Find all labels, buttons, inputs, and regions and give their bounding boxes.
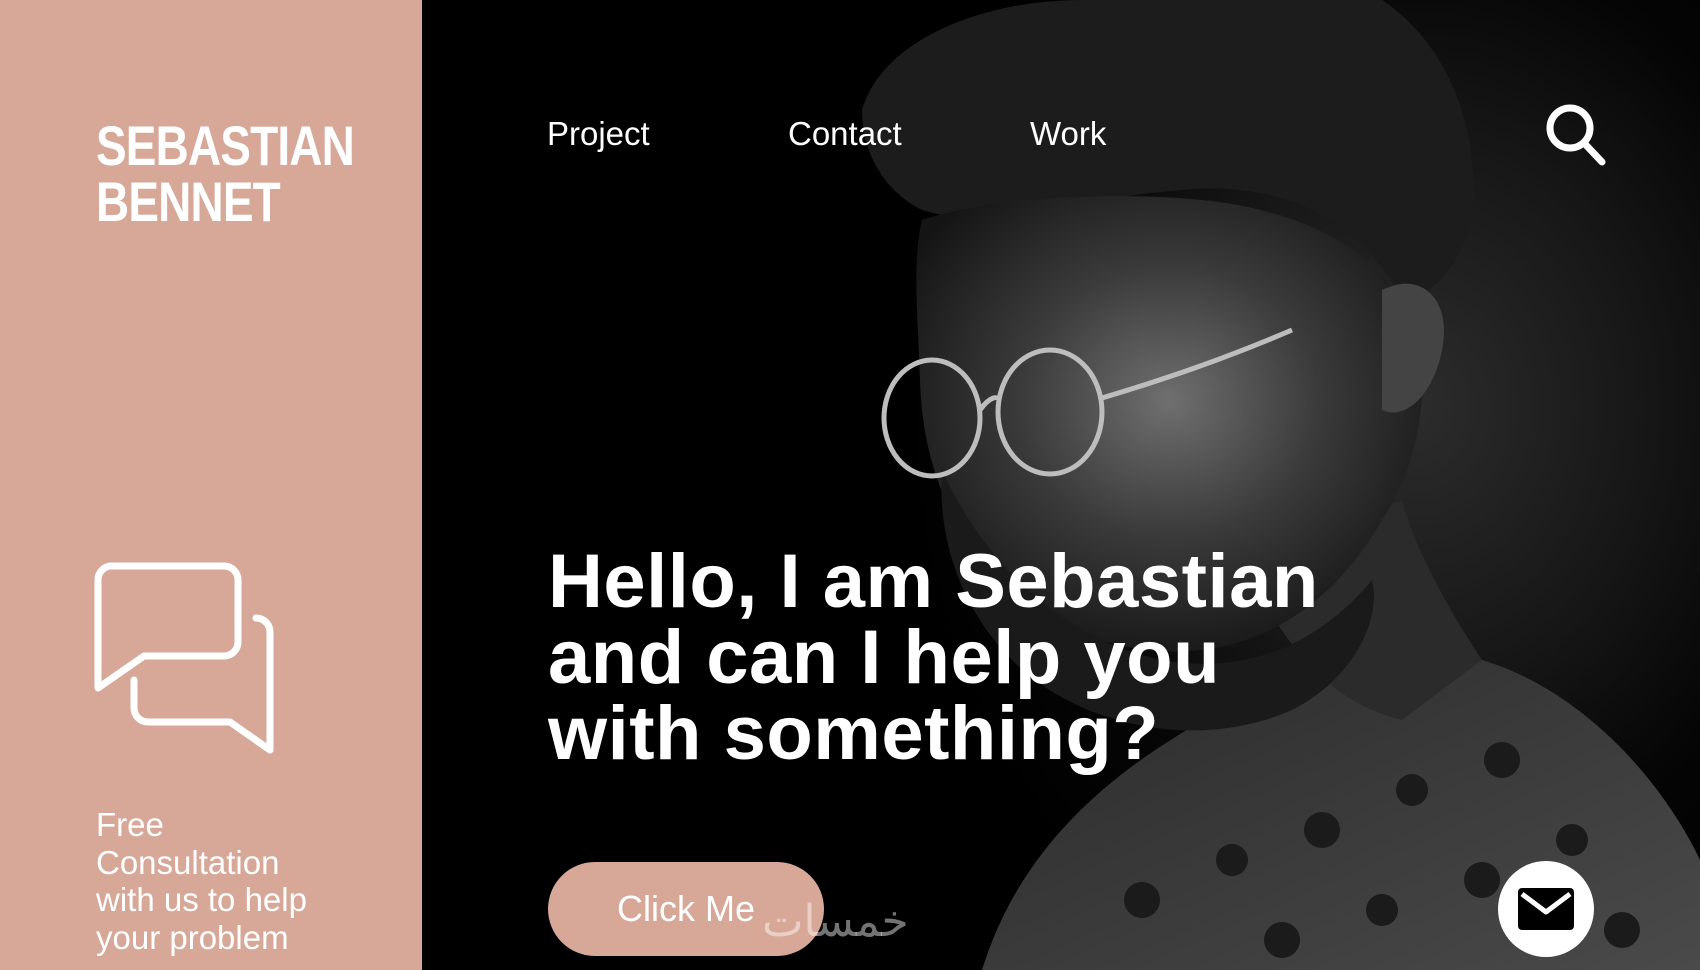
chat-bubbles-icon bbox=[94, 562, 274, 754]
hero-section: Project Contact Work Hello, I am Sebasti… bbox=[422, 0, 1700, 970]
consultation-text: Free Consultation with us to help your p… bbox=[96, 806, 356, 956]
consult-line: Free bbox=[96, 806, 164, 843]
mail-button[interactable] bbox=[1498, 861, 1594, 957]
hero-headline: Hello, I am Sebastian and can I help you… bbox=[548, 544, 1368, 772]
consult-line: your problem bbox=[96, 918, 289, 956]
nav-link-work[interactable]: Work bbox=[1030, 112, 1106, 156]
landing-page: SEBASTIAN BENNET Free Consultation with … bbox=[0, 0, 1700, 970]
watermark: خمسات bbox=[762, 896, 909, 947]
headline-line: Hello, I am Sebastian bbox=[548, 539, 1319, 624]
brand-logo[interactable]: SEBASTIAN BENNET bbox=[96, 114, 355, 233]
consult-line: with us to help bbox=[96, 881, 307, 918]
nav-link-project[interactable]: Project bbox=[547, 112, 650, 156]
consult-line: Consultation bbox=[96, 843, 280, 881]
nav-link-contact[interactable]: Contact bbox=[788, 112, 902, 156]
headline-line: with something? bbox=[548, 691, 1160, 776]
sidebar: SEBASTIAN BENNET Free Consultation with … bbox=[0, 0, 422, 970]
brand-line-1: SEBASTIAN bbox=[96, 114, 355, 177]
search-icon[interactable] bbox=[1544, 102, 1608, 170]
brand-line-2: BENNET bbox=[96, 170, 281, 233]
main-nav: Project Contact Work bbox=[422, 112, 1700, 160]
mail-icon bbox=[1518, 888, 1574, 930]
headline-line: and can I help you bbox=[548, 615, 1220, 700]
